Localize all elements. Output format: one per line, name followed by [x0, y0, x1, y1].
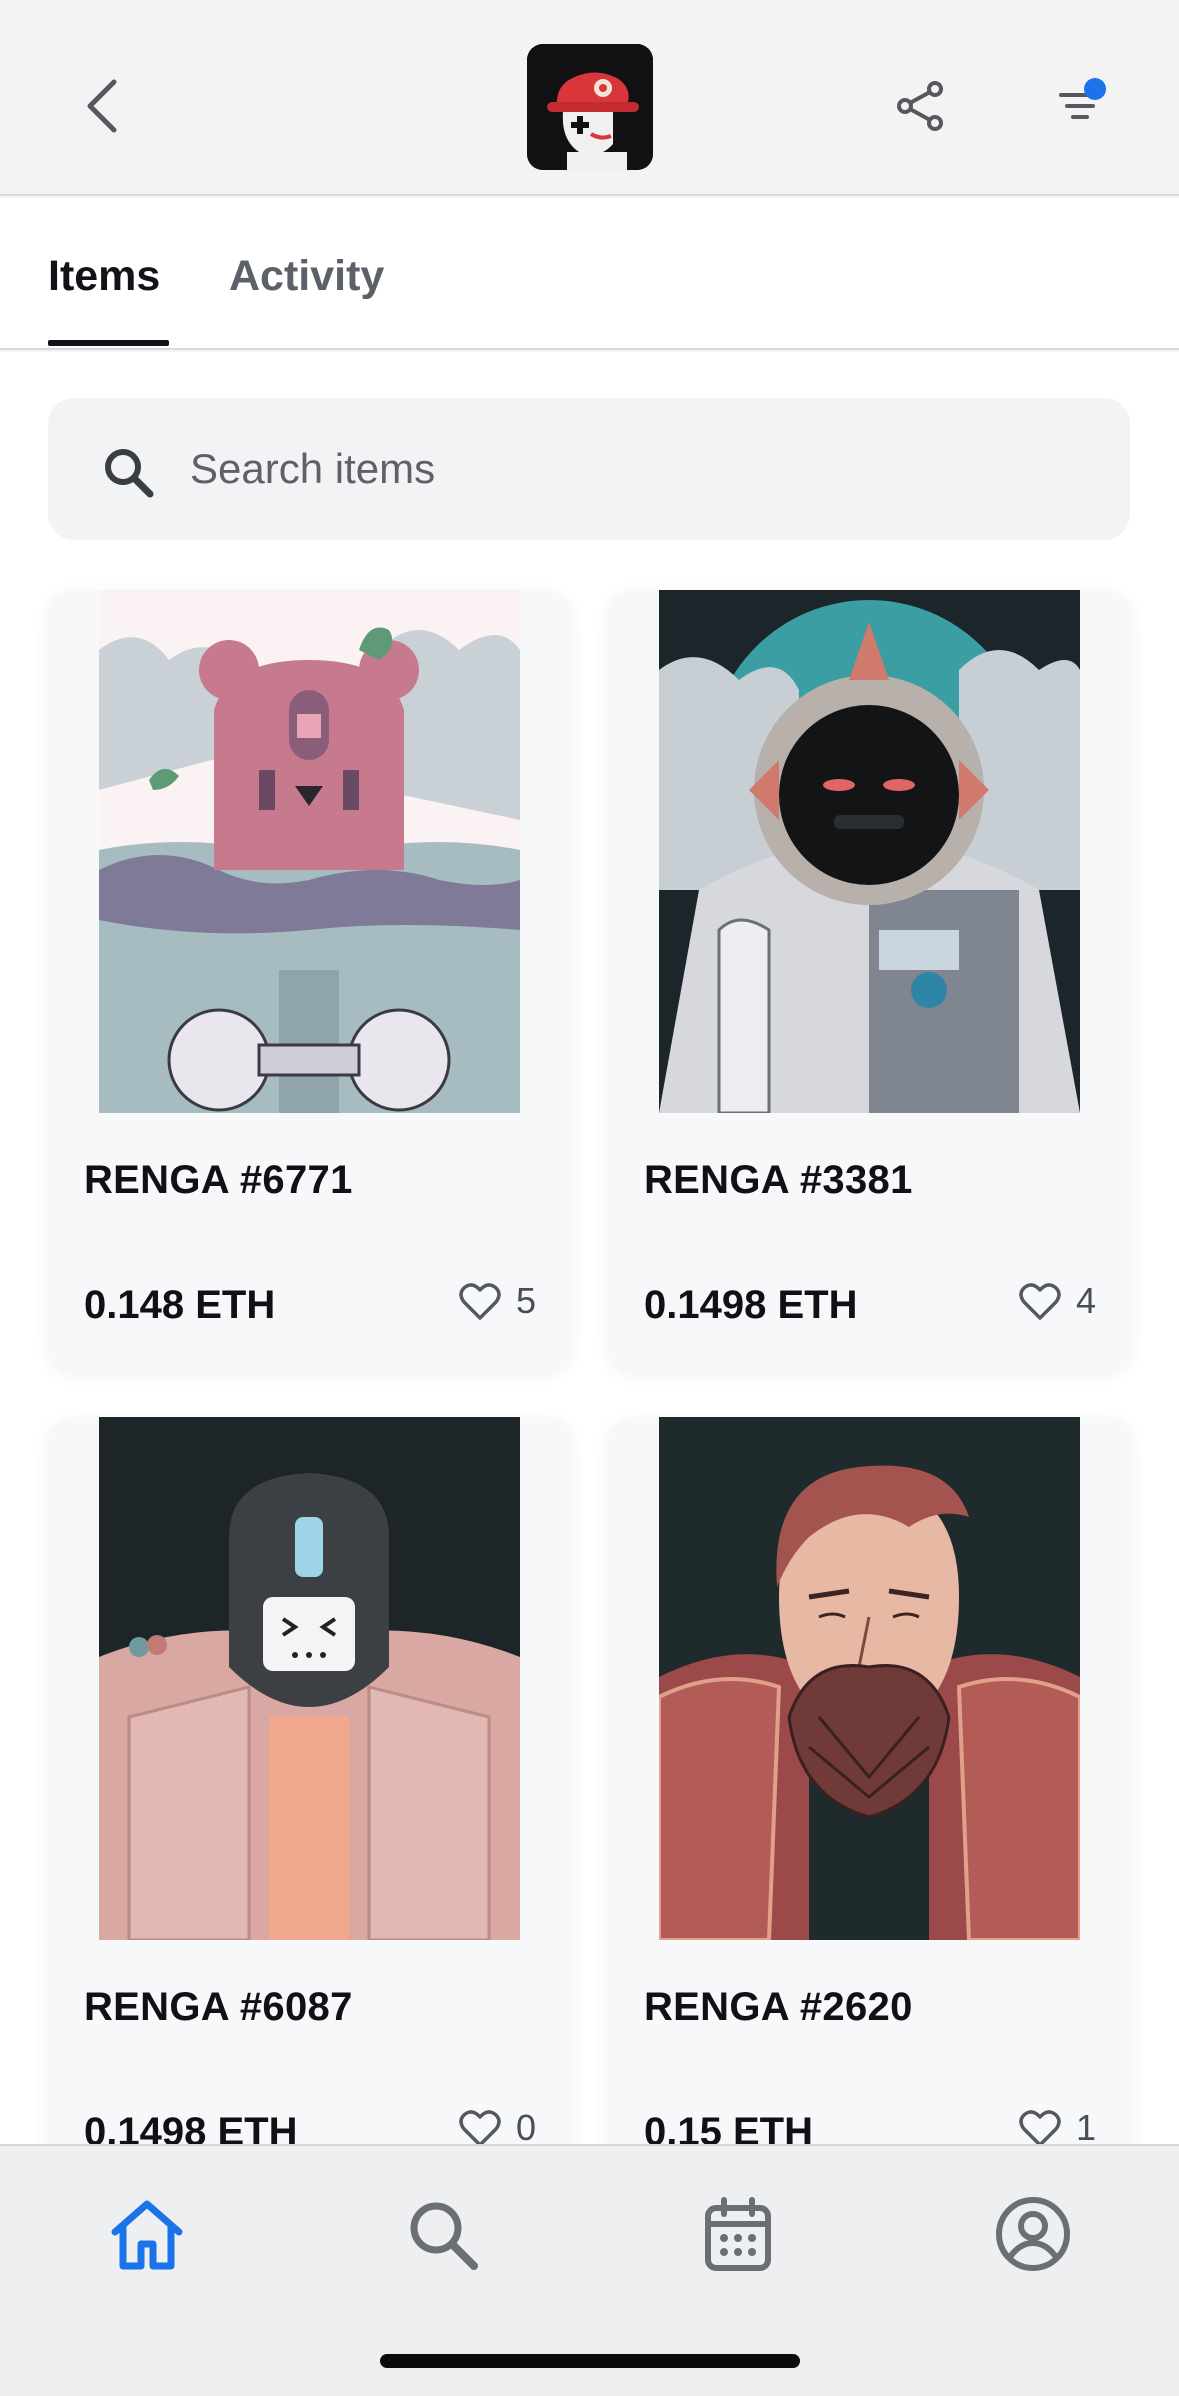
active-tab-indicator: [48, 340, 169, 346]
like-button[interactable]: 5: [458, 1280, 536, 1322]
heart-icon: [1019, 1283, 1061, 1320]
nft-title: RENGA #2620: [644, 1985, 913, 2029]
share-button[interactable]: [886, 72, 954, 140]
back-button[interactable]: [70, 70, 134, 142]
nft-image: [99, 590, 520, 1113]
nft-title: RENGA #6771: [84, 1158, 353, 1202]
tab-bar: Items Activity: [0, 198, 1179, 350]
nft-card[interactable]: RENGA #3381 0.1498 ETH 4: [608, 590, 1132, 1370]
top-bar: [0, 0, 1179, 196]
heart-icon: [459, 1283, 501, 1320]
nft-image: [99, 1417, 520, 1940]
nft-price: 0.1498 ETH: [84, 2110, 298, 2144]
filter-badge: [1084, 78, 1106, 100]
home-icon: [111, 2200, 183, 2270]
nav-home[interactable]: [97, 2184, 197, 2284]
like-button[interactable]: 0: [458, 2107, 536, 2144]
bottom-nav: [0, 2144, 1179, 2396]
heart-icon: [459, 2110, 501, 2144]
nav-search[interactable]: [392, 2184, 492, 2284]
search-icon: [105, 449, 154, 498]
share-icon: [897, 81, 943, 131]
nft-title: RENGA #6087: [84, 1985, 353, 2029]
like-count: 4: [1075, 1280, 1096, 1321]
calendar-icon: [705, 2197, 771, 2271]
nft-card[interactable]: RENGA #2620 0.15 ETH 1: [608, 1417, 1132, 2144]
like-button[interactable]: 4: [1018, 1280, 1096, 1322]
nft-price: 0.148 ETH: [84, 1283, 276, 1327]
nft-title: RENGA #3381: [644, 1158, 913, 1202]
nft-image: [659, 590, 1080, 1113]
nav-calendar[interactable]: [688, 2184, 788, 2284]
like-count: 1: [1075, 2107, 1096, 2144]
search-bar[interactable]: [48, 398, 1130, 540]
like-count: 0: [515, 2107, 536, 2144]
nft-image: [659, 1417, 1080, 1940]
heart-icon: [1019, 2110, 1061, 2144]
like-button[interactable]: 1: [1018, 2107, 1096, 2144]
nft-card[interactable]: RENGA #6771 0.148 ETH 5: [48, 590, 572, 1370]
tab-activity[interactable]: Activity: [229, 252, 384, 301]
collection-avatar[interactable]: [527, 44, 653, 170]
nft-price: 0.1498 ETH: [644, 1283, 858, 1327]
profile-icon: [996, 2197, 1070, 2271]
tab-items[interactable]: Items: [48, 252, 160, 301]
nft-price: 0.15 ETH: [644, 2110, 813, 2144]
search-icon: [410, 2202, 478, 2270]
like-count: 5: [515, 1280, 536, 1321]
nav-profile[interactable]: [983, 2184, 1083, 2284]
chevron-left-icon: [87, 79, 117, 133]
home-indicator: [380, 2354, 800, 2368]
nft-card[interactable]: RENGA #6087 0.1498 ETH 0: [48, 1417, 572, 2144]
items-list[interactable]: RENGA #6771 0.148 ETH 5: [0, 352, 1179, 2144]
search-input[interactable]: [190, 438, 1090, 500]
